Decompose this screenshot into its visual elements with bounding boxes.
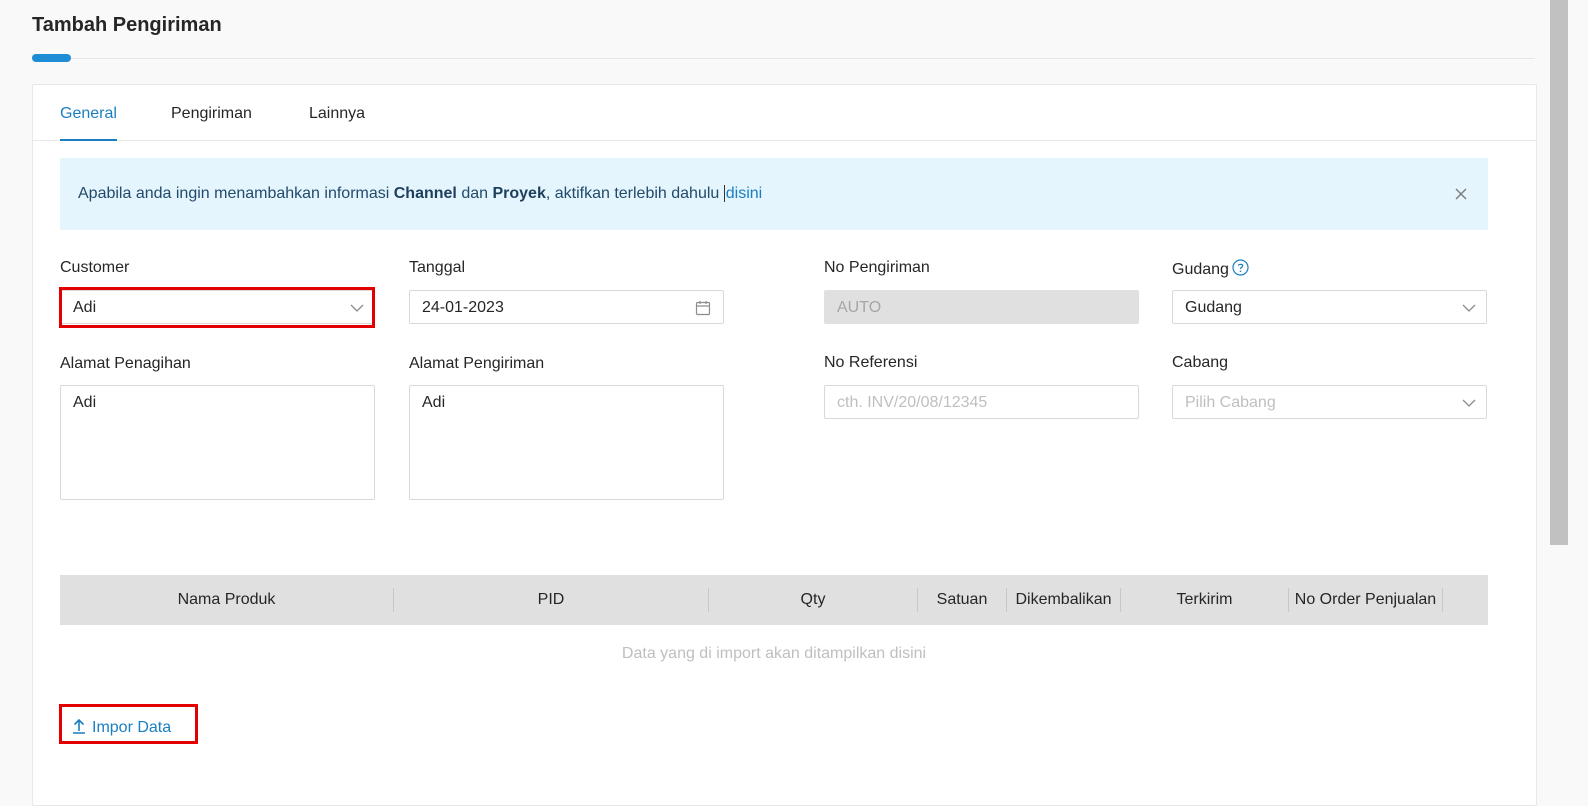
close-icon[interactable] (1452, 185, 1470, 203)
gudang-value: Gudang (1185, 299, 1242, 316)
chevron-down-icon (1462, 304, 1476, 312)
form-card: General Pengiriman Lainnya Apabila anda … (32, 84, 1537, 806)
customer-label: Customer (60, 259, 130, 276)
alert-activate-link[interactable]: disini (723, 185, 763, 202)
upload-icon (73, 718, 85, 734)
alert-text-part: , aktifkan terlebih dahulu (545, 185, 724, 202)
alamat-penagihan-value: Adi (73, 394, 97, 411)
column-header: Nama Produk (177, 591, 276, 608)
tanggal-value: 24-01-2023 (422, 299, 504, 316)
table-empty-state: Data yang di import akan ditampilkan dis… (621, 645, 927, 662)
tab-bar: General Pengiriman Lainnya (33, 85, 1536, 141)
alamat-pengiriman-textarea[interactable]: Adi (409, 385, 724, 500)
gudang-label: Gudang (1172, 259, 1249, 279)
alert-channel-bold: Channel (393, 185, 457, 202)
no-pengiriman-value: AUTO (837, 299, 882, 316)
no-referensi-placeholder: cth. INV/20/08/12345 (837, 394, 988, 411)
column-header: Qty (800, 591, 826, 608)
column-header: No Order Penjualan (1294, 591, 1437, 608)
alamat-penagihan-label: Alamat Penagihan (60, 355, 191, 372)
column-divider (1442, 588, 1443, 612)
chevron-down-icon (350, 304, 364, 312)
alert-text-part: dan (456, 185, 493, 202)
cabang-label: Cabang (1172, 354, 1229, 371)
alamat-penagihan-textarea[interactable]: Adi (60, 385, 375, 500)
customer-value: Adi (73, 299, 97, 316)
alert-message: Apabila anda ingin menambahkan informasi… (78, 158, 763, 230)
alert-proyek-bold: Proyek (492, 185, 546, 202)
info-alert: Apabila anda ingin menambahkan informasi… (60, 158, 1488, 230)
gudang-label-text: Gudang (1172, 261, 1229, 278)
no-referensi-input[interactable]: cth. INV/20/08/12345 (824, 385, 1139, 419)
alamat-pengiriman-label: Alamat Pengiriman (409, 355, 545, 372)
cabang-select[interactable]: Pilih Cabang (1172, 385, 1487, 419)
customer-select[interactable]: Adi (60, 290, 375, 324)
gudang-select[interactable]: Gudang (1172, 290, 1487, 324)
page-title: Tambah Pengiriman (32, 14, 222, 36)
tab-general[interactable]: General (60, 85, 117, 141)
no-pengiriman-input: AUTO (824, 290, 1139, 324)
import-data-button[interactable]: Impor Data (72, 714, 171, 742)
table-header: Nama Produk PID Qty Satuan Dikembalikan … (60, 575, 1488, 625)
column-header: PID (537, 591, 565, 608)
scrollbar-thumb[interactable] (1550, 0, 1568, 545)
no-pengiriman-label: No Pengiriman (824, 259, 930, 276)
title-divider (32, 58, 1535, 59)
import-data-label: Impor Data (92, 719, 172, 736)
tanggal-datepicker[interactable]: 24-01-2023 (409, 290, 724, 324)
cabang-placeholder: Pilih Cabang (1185, 394, 1276, 411)
tab-pengiriman[interactable]: Pengiriman (171, 85, 252, 140)
tanggal-label: Tanggal (409, 259, 466, 276)
calendar-icon (695, 301, 711, 316)
window-edge (1568, 0, 1588, 793)
chevron-down-icon (1462, 399, 1476, 407)
column-header: Dikembalikan (1015, 591, 1112, 608)
column-header: Terkirim (1176, 591, 1233, 608)
title-accent-bar (32, 54, 71, 62)
help-icon[interactable] (1232, 259, 1249, 276)
no-referensi-label: No Referensi (824, 354, 918, 371)
alamat-pengiriman-value: Adi (422, 394, 446, 411)
alert-text-part: Apabila anda ingin menambahkan informasi (78, 185, 394, 202)
column-header: Satuan (936, 591, 988, 608)
tab-lainnya[interactable]: Lainnya (309, 85, 365, 140)
